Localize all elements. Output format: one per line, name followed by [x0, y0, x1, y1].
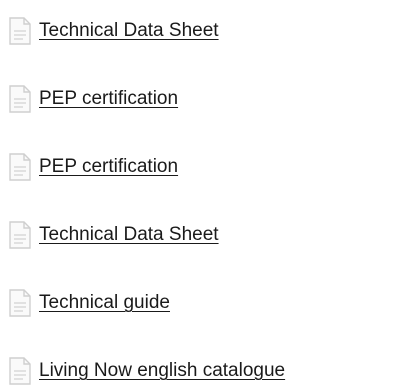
list-item: PEP certification	[8, 150, 285, 184]
document-list: Technical Data Sheet PEP certification P…	[8, 14, 285, 388]
list-item: Living Now english catalogue	[8, 354, 285, 388]
document-icon	[9, 221, 31, 249]
document-icon	[9, 289, 31, 317]
document-icon	[9, 357, 31, 385]
document-link-technical-guide[interactable]: Technical guide	[39, 292, 170, 314]
document-link-technical-data-sheet[interactable]: Technical Data Sheet	[39, 224, 219, 246]
document-icon	[9, 153, 31, 181]
document-link-living-now-english-catalogue[interactable]: Living Now english catalogue	[39, 360, 285, 382]
document-link-pep-certification[interactable]: PEP certification	[39, 156, 178, 178]
list-item: Technical guide	[8, 286, 285, 320]
document-link-technical-data-sheet[interactable]: Technical Data Sheet	[39, 20, 219, 42]
document-icon	[9, 85, 31, 113]
list-item: Technical Data Sheet	[8, 218, 285, 252]
list-item: PEP certification	[8, 82, 285, 116]
document-icon	[9, 17, 31, 45]
document-link-pep-certification[interactable]: PEP certification	[39, 88, 178, 110]
list-item: Technical Data Sheet	[8, 14, 285, 48]
